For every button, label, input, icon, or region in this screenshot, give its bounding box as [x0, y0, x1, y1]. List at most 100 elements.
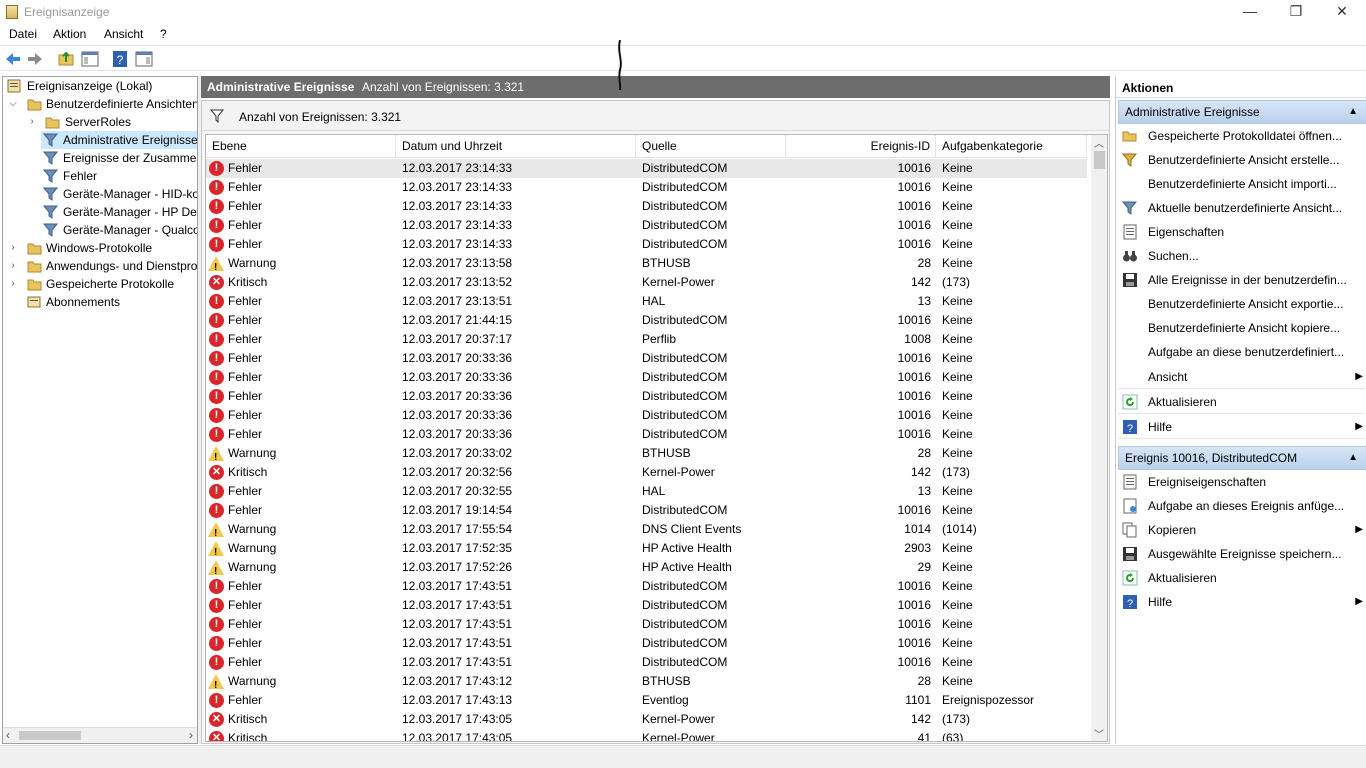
chevron-right-icon[interactable]: ›: [8, 239, 18, 257]
scroll-left-icon[interactable]: ‹: [6, 728, 10, 742]
minimize-button[interactable]: —: [1227, 0, 1273, 24]
table-row[interactable]: ! Fehler 12.03.2017 20:33:36 DistributedCOM…: [206, 406, 1087, 425]
table-row[interactable]: ! Fehler 12.03.2017 17:43:51 DistributedCOM…: [206, 634, 1087, 653]
col-ebene[interactable]: Ebene: [206, 135, 396, 158]
table-row[interactable]: ! Warnung 12.03.2017 23:13:58 BTHUSB 28 Keine: [206, 254, 1087, 273]
restore-button[interactable]: ❐: [1273, 0, 1319, 24]
action-aktuelle-benutzerdefinierte-ansicht[interactable]: Aktuelle benutzerdefinierte Ansicht...: [1118, 196, 1365, 220]
tree-item-device-hp[interactable]: Geräte-Manager - HP Device: [41, 203, 197, 221]
action-aufgabe-an-diese-benutzerdefiniert[interactable]: Aufgabe an diese benutzerdefiniert...: [1118, 340, 1365, 364]
col-ereignis-id[interactable]: Ereignis-ID: [786, 135, 936, 158]
table-row[interactable]: ! Warnung 12.03.2017 17:52:26 HP Active Hea…: [206, 558, 1087, 577]
table-row[interactable]: ! Warnung 12.03.2017 20:33:02 BTHUSB 28 Keine: [206, 444, 1087, 463]
table-row[interactable]: ! Fehler 12.03.2017 17:43:51 DistributedCOM…: [206, 615, 1087, 634]
up-folder-icon[interactable]: [57, 50, 75, 68]
forward-arrow-icon[interactable]: [26, 50, 44, 68]
table-row[interactable]: ! Fehler 12.03.2017 20:33:36 DistributedCOM…: [206, 368, 1087, 387]
menu-datei[interactable]: Datei: [9, 27, 37, 41]
back-arrow-icon[interactable]: [4, 50, 22, 68]
action-benutzerdefinierte-ansicht-importi[interactable]: Benutzerdefinierte Ansicht importi...: [1118, 172, 1365, 196]
tree-horizontal-scrollbar[interactable]: ‹ ›: [3, 727, 197, 743]
table-row[interactable]: ! Fehler 12.03.2017 21:44:15 DistributedCOM…: [206, 311, 1087, 330]
tree-item-windows-logs[interactable]: › Windows-Protokolle: [5, 239, 197, 257]
chevron-right-icon[interactable]: ›: [27, 113, 37, 131]
action-kopieren[interactable]: Kopieren ▶: [1118, 518, 1365, 542]
tree-item-errors[interactable]: Fehler: [41, 167, 197, 185]
menu-aktion[interactable]: Aktion: [53, 27, 86, 41]
table-row[interactable]: ! Fehler 12.03.2017 19:14:54 DistributedCOM…: [206, 501, 1087, 520]
table-row[interactable]: ✕ Kritisch 12.03.2017 17:43:05 Kernel-Power…: [206, 710, 1087, 729]
action-eigenschaften[interactable]: Eigenschaften: [1118, 220, 1365, 244]
action-aufgabe-an-dieses-ereignis-anfüge[interactable]: Aufgabe an dieses Ereignis anfüge...: [1118, 494, 1365, 518]
action-alle-ereignisse-in-der-benutzerdefin[interactable]: Alle Ereignisse in der benutzerdefin...: [1118, 268, 1365, 292]
tree-item-summary-events[interactable]: Ereignisse der Zusammenfassungsseite: [41, 149, 197, 167]
tree-item-saved-logs[interactable]: › Gespeicherte Protokolle: [5, 275, 197, 293]
table-row[interactable]: ! Fehler 12.03.2017 17:43:51 DistributedCOM…: [206, 653, 1087, 672]
actions-section-admin[interactable]: Administrative Ereignisse ▲: [1118, 100, 1366, 124]
tree-item-admin-events[interactable]: Administrative Ereignisse: [41, 131, 197, 149]
action-hilfe[interactable]: ? Hilfe ▶: [1118, 415, 1365, 439]
table-row[interactable]: ! Fehler 12.03.2017 20:33:36 DistributedCOM…: [206, 349, 1087, 368]
table-row[interactable]: ! Warnung 12.03.2017 17:43:12 BTHUSB 28 Keine: [206, 672, 1087, 691]
actions-section-event[interactable]: Ereignis 10016, DistributedCOM ▲: [1118, 446, 1366, 470]
table-row[interactable]: ✕ Kritisch 12.03.2017 17:43:05 Kernel-Power…: [206, 729, 1087, 741]
scroll-thumb[interactable]: [19, 731, 81, 740]
table-row[interactable]: ! Fehler 12.03.2017 23:14:33 DistributedCOM…: [206, 159, 1087, 178]
col-quelle[interactable]: Quelle: [636, 135, 786, 158]
scroll-right-icon[interactable]: ›: [189, 728, 193, 742]
chevron-right-icon[interactable]: ›: [8, 257, 18, 275]
table-row[interactable]: ! Fehler 12.03.2017 17:43:51 DistributedCOM…: [206, 596, 1087, 615]
tree-item-custom-views[interactable]: ⌵ Benutzerdefinierte Ansichten: [5, 95, 197, 113]
show-hide-tree-icon[interactable]: [81, 50, 99, 68]
table-row[interactable]: ! Fehler 12.03.2017 23:14:33 DistributedCOM…: [206, 178, 1087, 197]
action-aktualisieren[interactable]: Aktualisieren: [1118, 566, 1365, 590]
table-vertical-scrollbar[interactable]: ︿ ﹀: [1091, 135, 1107, 741]
table-row[interactable]: ✕ Kritisch 12.03.2017 20:32:56 Kernel-Power…: [206, 463, 1087, 482]
error-icon: !: [209, 598, 224, 613]
close-button[interactable]: ✕: [1319, 0, 1365, 24]
table-row[interactable]: ! Fehler 12.03.2017 23:14:33 DistributedCOM…: [206, 216, 1087, 235]
action-benutzerdefinierte-ansicht-erstelle[interactable]: Benutzerdefinierte Ansicht erstelle...: [1118, 148, 1365, 172]
table-row[interactable]: ! Warnung 12.03.2017 17:55:54 DNS Client Ev…: [206, 520, 1087, 539]
table-row[interactable]: ! Fehler 12.03.2017 23:14:33 DistributedCOM…: [206, 235, 1087, 254]
collapse-icon[interactable]: ▲: [1348, 101, 1358, 123]
menu-help[interactable]: ?: [160, 27, 167, 41]
tree-item-root[interactable]: Ereignisanzeige (Lokal): [5, 77, 195, 95]
action-suchen[interactable]: Suchen...: [1118, 244, 1365, 268]
tree-item-app-service-logs[interactable]: › Anwendungs- und Dienstprotokolle: [5, 257, 197, 275]
scroll-down-icon[interactable]: ﹀: [1094, 726, 1104, 741]
tree-item-serverroles[interactable]: › ServerRoles: [5, 113, 197, 131]
action-gespeicherte-protokolldatei-öffnen[interactable]: Gespeicherte Protokolldatei öffnen...: [1118, 124, 1365, 148]
table-row[interactable]: ! Fehler 12.03.2017 20:32:55 HAL 13 Keine: [206, 482, 1087, 501]
tree-item-subscriptions[interactable]: Abonnements: [5, 293, 197, 311]
show-action-pane-icon[interactable]: [135, 50, 153, 68]
collapse-icon[interactable]: ▲: [1348, 447, 1358, 469]
table-row[interactable]: ! Warnung 12.03.2017 17:52:35 HP Active Hea…: [206, 539, 1087, 558]
col-datum[interactable]: Datum und Uhrzeit: [396, 135, 636, 158]
table-row[interactable]: ! Fehler 12.03.2017 23:13:51 HAL 13 Keine: [206, 292, 1087, 311]
table-row[interactable]: ! Fehler 12.03.2017 20:33:36 DistributedCOM…: [206, 387, 1087, 406]
table-row[interactable]: ✕ Kritisch 12.03.2017 23:13:52 Kernel-Power…: [206, 273, 1087, 292]
action-ausgewählte-ereignisse-speichern[interactable]: Ausgewählte Ereignisse speichern...: [1118, 542, 1365, 566]
action-hilfe[interactable]: ? Hilfe ▶: [1118, 590, 1365, 614]
help-icon[interactable]: ?: [111, 50, 129, 68]
table-row[interactable]: ! Fehler 12.03.2017 17:43:13 Eventlog 1101 Er…: [206, 691, 1087, 710]
table-row[interactable]: ! Fehler 12.03.2017 23:14:33 DistributedCOM…: [206, 197, 1087, 216]
chevron-right-icon[interactable]: ›: [8, 275, 18, 293]
scroll-thumb[interactable]: [1094, 151, 1105, 169]
table-row[interactable]: ! Fehler 12.03.2017 20:37:17 Perflib 1008 Kei…: [206, 330, 1087, 349]
table-row[interactable]: ! Fehler 12.03.2017 17:43:51 DistributedCOM…: [206, 577, 1087, 596]
chevron-down-icon[interactable]: ⌵: [8, 95, 18, 113]
error-icon: !: [209, 237, 224, 252]
action-ereigniseigenschaften[interactable]: Ereigniseigenschaften: [1118, 470, 1365, 494]
col-aufgabenkategorie[interactable]: Aufgabenkategorie: [936, 135, 1087, 158]
menu-ansicht[interactable]: Ansicht: [104, 27, 143, 41]
table-row[interactable]: ! Fehler 12.03.2017 20:33:36 DistributedCOM…: [206, 425, 1087, 444]
tree-item-device-hid[interactable]: Geräte-Manager - HID-konforme Maus: [41, 185, 197, 203]
action-benutzerdefinierte-ansicht-kopiere[interactable]: Benutzerdefinierte Ansicht kopiere...: [1118, 316, 1365, 340]
tree-item-device-qualcomm[interactable]: Geräte-Manager - Qualcomm: [41, 221, 197, 239]
scroll-up-icon[interactable]: ︿: [1094, 135, 1104, 150]
action-ansicht[interactable]: Ansicht ▶: [1118, 365, 1365, 389]
action-benutzerdefinierte-ansicht-exportie[interactable]: Benutzerdefinierte Ansicht exportie...: [1118, 292, 1365, 316]
action-aktualisieren[interactable]: Aktualisieren: [1118, 390, 1365, 414]
